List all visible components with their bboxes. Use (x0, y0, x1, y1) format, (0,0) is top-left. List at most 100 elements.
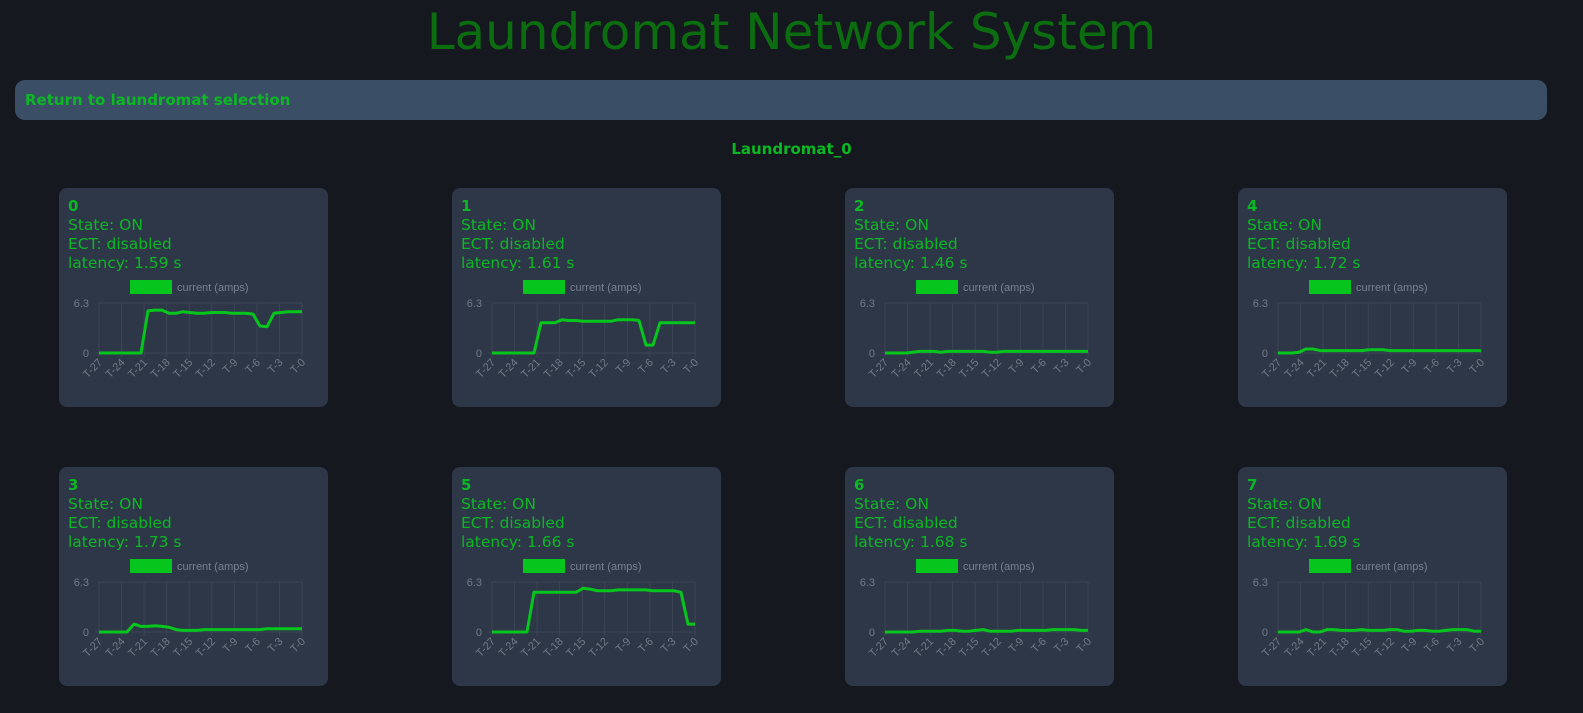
machine-id: 1 (461, 197, 472, 215)
legend-label: current (amps) (1356, 282, 1428, 294)
machine-latency: latency: 1.69 s (1247, 533, 1361, 551)
machine-latency: latency: 1.66 s (461, 533, 575, 551)
x-tick-label: T-0 (1467, 357, 1487, 377)
y-tick-label: 0 (869, 627, 875, 639)
x-tick-label: T-27 (81, 357, 105, 381)
y-tick-label: 6.3 (1253, 298, 1268, 310)
machine-card[interactable]: 3 State: ON ECT: disabled latency: 1.73 s cu… (59, 467, 328, 686)
legend-swatch (916, 559, 958, 573)
x-tick-label: T-18 (1328, 636, 1352, 660)
x-tick-label: T-24 (497, 636, 521, 660)
machine-id: 6 (854, 476, 865, 494)
x-tick-label: T-24 (104, 636, 128, 660)
x-tick-label: T-0 (1074, 357, 1094, 377)
x-tick-label: T-0 (681, 357, 701, 377)
x-tick-label: T-9 (1007, 357, 1027, 377)
current-chart: current (amps)06.3T-27T-24T-21T-18T-15T-… (74, 280, 308, 381)
x-tick-label: T-6 (243, 636, 263, 656)
x-tick-label: T-18 (542, 636, 566, 660)
legend-swatch (523, 280, 565, 294)
current-chart: current (amps)06.3T-27T-24T-21T-18T-15T-… (1253, 559, 1487, 660)
y-tick-label: 0 (476, 627, 482, 639)
x-tick-label: T-6 (1029, 636, 1049, 656)
x-tick-label: T-3 (1445, 636, 1465, 656)
y-tick-label: 0 (83, 627, 89, 639)
return-to-selection-button[interactable]: Return to laundromat selection (15, 80, 1547, 120)
x-tick-label: T-0 (681, 636, 701, 656)
legend-swatch (1309, 280, 1351, 294)
x-tick-label: T-27 (1260, 636, 1284, 660)
machine-card[interactable]: 0 State: ON ECT: disabled latency: 1.59 s cu… (59, 188, 328, 407)
x-tick-label: T-0 (288, 357, 308, 377)
machine-card[interactable]: 7 State: ON ECT: disabled latency: 1.69 s cu… (1238, 467, 1507, 686)
x-tick-label: T-3 (266, 357, 286, 377)
x-tick-label: T-3 (266, 636, 286, 656)
x-tick-label: T-24 (890, 357, 914, 381)
x-tick-label: T-9 (221, 636, 241, 656)
x-tick-label: T-15 (171, 357, 195, 381)
x-tick-label: T-18 (149, 636, 173, 660)
machine-ect: ECT: disabled (854, 235, 958, 253)
machine-id: 7 (1247, 476, 1258, 494)
machine-card[interactable]: 5 State: ON ECT: disabled latency: 1.66 s cu… (452, 467, 721, 686)
x-tick-label: T-21 (519, 636, 543, 660)
legend-label: current (amps) (963, 561, 1035, 573)
machine-card[interactable]: 2 State: ON ECT: disabled latency: 1.46 s cu… (845, 188, 1114, 407)
machine-id: 4 (1247, 197, 1258, 215)
machine-ect: ECT: disabled (461, 235, 565, 253)
machine-id: 2 (854, 197, 865, 215)
x-tick-label: T-15 (957, 636, 981, 660)
laundromat-name: Laundromat_0 (731, 140, 852, 158)
current-chart: current (amps)06.3T-27T-24T-21T-18T-15T-… (74, 559, 308, 660)
x-tick-label: T-9 (614, 636, 634, 656)
machine-ect: ECT: disabled (1247, 235, 1351, 253)
x-tick-label: T-18 (935, 636, 959, 660)
x-tick-label: T-18 (149, 357, 173, 381)
x-tick-label: T-27 (867, 636, 891, 660)
legend-label: current (amps) (1356, 561, 1428, 573)
machine-state: State: ON (68, 216, 143, 234)
page-title: Laundromat Network System (426, 3, 1157, 61)
return-button-label: Return to laundromat selection (25, 91, 291, 109)
x-tick-label: T-15 (171, 636, 195, 660)
machine-latency: latency: 1.46 s (854, 254, 968, 272)
machine-card[interactable]: 4 State: ON ECT: disabled latency: 1.72 s cu… (1238, 188, 1507, 407)
machine-latency: latency: 1.73 s (68, 533, 182, 551)
machine-latency: latency: 1.68 s (854, 533, 968, 551)
y-tick-label: 6.3 (74, 298, 89, 310)
x-tick-label: T-24 (890, 636, 914, 660)
x-tick-label: T-6 (243, 357, 263, 377)
legend-swatch (1309, 559, 1351, 573)
x-tick-label: T-9 (1007, 636, 1027, 656)
x-tick-label: T-24 (1283, 357, 1307, 381)
machine-card[interactable]: 1 State: ON ECT: disabled latency: 1.61 s cu… (452, 188, 721, 407)
y-tick-label: 6.3 (74, 577, 89, 589)
x-tick-label: T-12 (980, 636, 1004, 660)
x-tick-label: T-12 (980, 357, 1004, 381)
x-tick-label: T-15 (957, 357, 981, 381)
y-tick-label: 0 (1262, 627, 1268, 639)
x-tick-label: T-27 (867, 357, 891, 381)
machine-latency: latency: 1.72 s (1247, 254, 1361, 272)
x-tick-label: T-3 (1445, 357, 1465, 377)
machine-ect: ECT: disabled (68, 235, 172, 253)
x-tick-label: T-3 (659, 636, 679, 656)
legend-label: current (amps) (570, 282, 642, 294)
machine-state: State: ON (854, 495, 929, 513)
y-tick-label: 0 (869, 348, 875, 360)
machine-card[interactable]: 6 State: ON ECT: disabled latency: 1.68 s cu… (845, 467, 1114, 686)
y-tick-label: 0 (476, 348, 482, 360)
x-tick-label: T-9 (1400, 636, 1420, 656)
machine-state: State: ON (461, 216, 536, 234)
y-tick-label: 6.3 (467, 298, 482, 310)
x-tick-label: T-0 (288, 636, 308, 656)
x-tick-label: T-6 (636, 636, 656, 656)
x-tick-label: T-24 (104, 357, 128, 381)
current-chart: current (amps)06.3T-27T-24T-21T-18T-15T-… (467, 280, 701, 381)
current-chart: current (amps)06.3T-27T-24T-21T-18T-15T-… (860, 280, 1094, 381)
current-chart: current (amps)06.3T-27T-24T-21T-18T-15T-… (860, 559, 1094, 660)
machine-id: 5 (461, 476, 472, 494)
y-tick-label: 0 (83, 348, 89, 360)
x-tick-label: T-3 (1052, 636, 1072, 656)
legend-swatch (130, 280, 172, 294)
